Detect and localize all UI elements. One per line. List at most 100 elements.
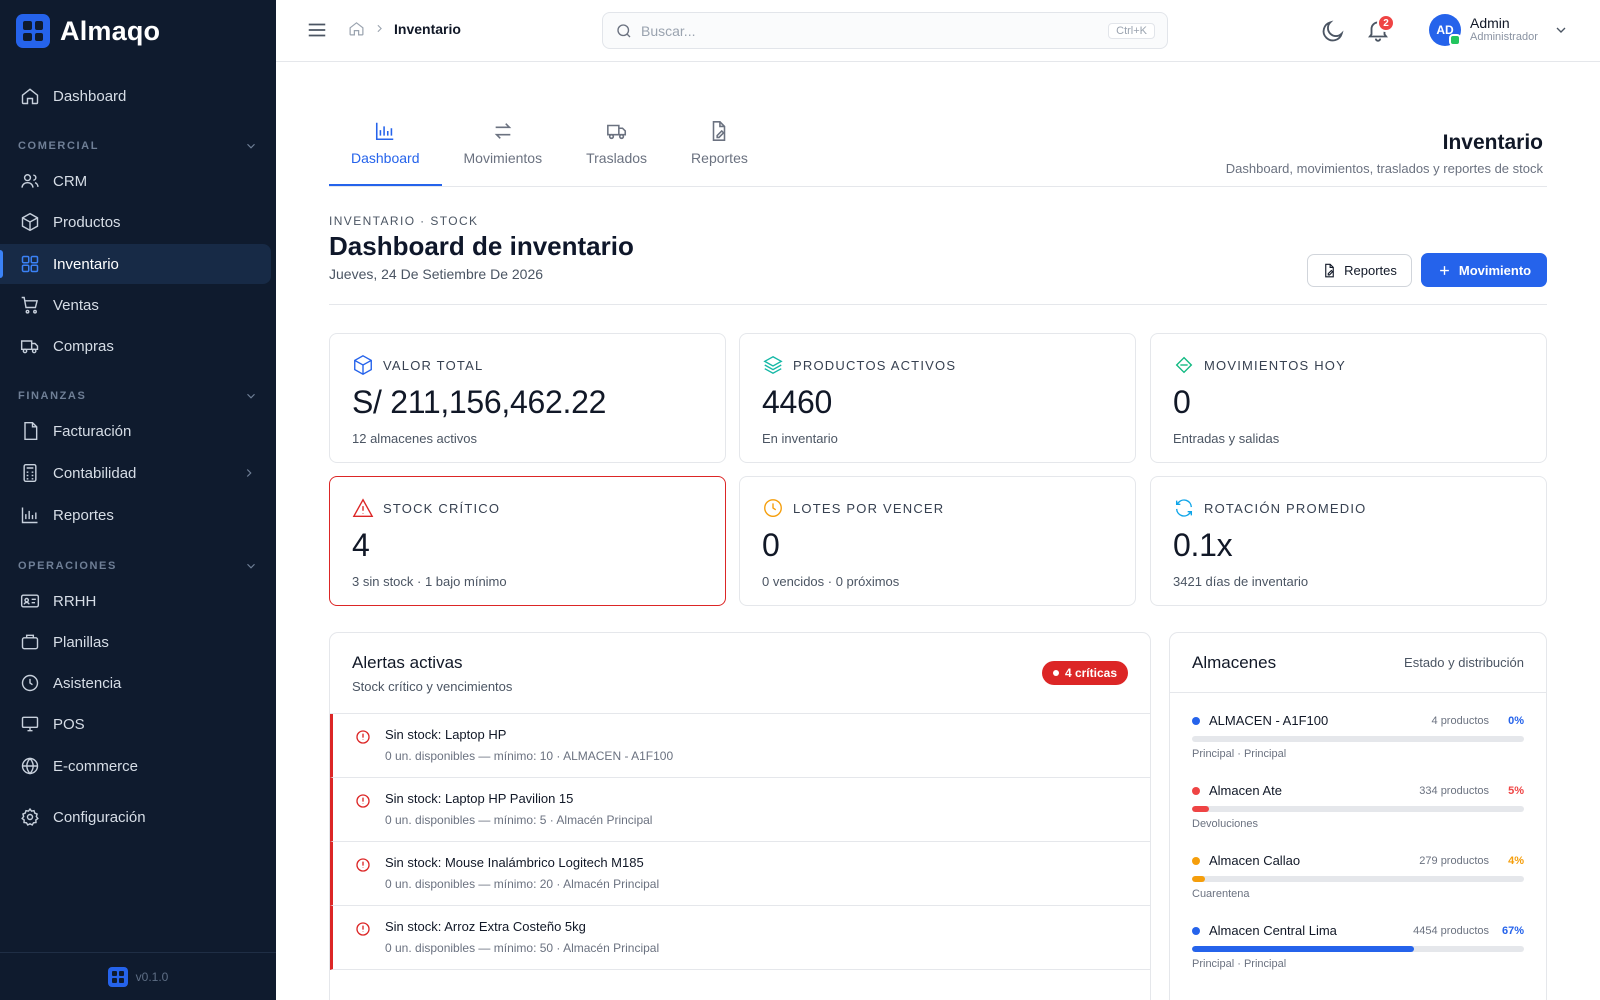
warehouse-percent: 67%	[1501, 924, 1524, 937]
sidebar-item-label: Asistencia	[53, 674, 122, 692]
file-icon	[24, 421, 38, 441]
sidebar-item-label: Planillas	[53, 633, 109, 651]
users-icon	[21, 174, 39, 188]
sidebar-item-compras[interactable]: Compras	[0, 326, 276, 366]
chevron-down-icon	[1556, 27, 1566, 33]
stat-value: 0.1x	[1173, 527, 1233, 563]
tab-movimientos[interactable]: Movimientos	[442, 120, 565, 187]
alert-detail: 0 un. disponibles — mínimo: 10 · ALMACEN…	[385, 749, 674, 763]
globe-icon	[21, 757, 39, 775]
progress-bar	[1192, 946, 1524, 952]
alert-circle-icon	[356, 858, 370, 872]
warehouse-item[interactable]: Almacen Central Lima 4454 productos 67% …	[1192, 903, 1524, 973]
stat-label: MOVIMIENTOS HOY	[1204, 357, 1346, 373]
stat-card-lotes-por-vencer: LOTES POR VENCER 0 0 vencidos · 0 próxim…	[739, 476, 1136, 606]
warehouse-list: ALMACEN - A1F100 4 productos 0% Principa…	[1170, 693, 1546, 973]
stat-sub: En inventario	[762, 431, 838, 446]
card-title: Almacenes	[1192, 652, 1277, 672]
sidebar-item-contabilidad[interactable]: Contabilidad	[0, 453, 276, 493]
hamburger-menu-icon[interactable]	[306, 19, 328, 41]
alert-title: Sin stock: Mouse Inalámbrico Logitech M1…	[385, 855, 644, 870]
stat-label: LOTES POR VENCER	[793, 500, 945, 516]
truck-icon	[606, 124, 626, 140]
status-dot	[1192, 716, 1200, 725]
moon-icon[interactable]	[1320, 18, 1346, 44]
warehouse-name: Almacen Central Lima	[1209, 923, 1337, 938]
tab-label: Dashboard	[351, 150, 420, 166]
sidebar-item-configuracion[interactable]: Configuración	[0, 797, 276, 837]
sidebar-item-dashboard[interactable]: Dashboard	[0, 76, 276, 116]
gear-icon	[21, 807, 39, 826]
brand[interactable]: Almaqo	[16, 14, 160, 48]
progress-bar	[1192, 806, 1524, 812]
sidebar-item-facturacion[interactable]: Facturación	[0, 411, 276, 451]
reports-button[interactable]: Reportes	[1307, 254, 1412, 287]
user-menu[interactable]: AD Admin Administrador	[1429, 14, 1569, 46]
section-finanzas[interactable]: FINANZAS	[18, 386, 258, 406]
tab-reportes[interactable]: Reportes	[669, 120, 770, 187]
stat-value: S/ 211,156,462.22	[352, 384, 607, 420]
warehouse-note: Cuarentena	[1192, 888, 1250, 900]
stat-sub: 0 vencidos · 0 próximos	[762, 574, 900, 589]
tab-dashboard[interactable]: Dashboard	[329, 120, 442, 187]
button-label: Movimiento	[1458, 262, 1532, 278]
status-dot	[1192, 786, 1200, 795]
warehouse-item[interactable]: Almacen Callao 279 productos 4% Cuarente…	[1192, 833, 1524, 903]
card-subtitle: Stock crítico y vencimientos	[352, 679, 513, 694]
alert-item[interactable]: Sin stock: Laptop HP Pavilion 15 0 un. d…	[330, 778, 1150, 842]
sidebar-item-reportes[interactable]: Reportes	[0, 495, 276, 535]
search-input[interactable]	[641, 22, 1101, 39]
warehouse-count: 4 productos	[1431, 714, 1489, 727]
search-icon	[617, 23, 631, 37]
warehouse-item[interactable]: ALMACEN - A1F100 4 productos 0% Principa…	[1192, 693, 1524, 763]
alert-item[interactable]: Sin stock: Laptop HP 0 un. disponibles —…	[330, 714, 1150, 778]
grid-icon	[21, 255, 39, 273]
home-icon[interactable]	[348, 20, 365, 37]
progress-fill	[1192, 946, 1415, 952]
alert-title: Sin stock: Laptop HP	[385, 727, 507, 742]
alert-detail: 0 un. disponibles — mínimo: 5 · Almacén …	[385, 813, 653, 827]
sidebar-item-asistencia[interactable]: Asistencia	[0, 663, 276, 703]
search-box[interactable]: Ctrl+K	[602, 12, 1168, 49]
page-header: Inventario Dashboard, movimientos, trasl…	[1226, 131, 1543, 176]
alert-item[interactable]: Sin stock: Mouse Inalámbrico Logitech M1…	[330, 842, 1150, 906]
tab-label: Traslados	[586, 150, 648, 166]
warehouse-note: Principal · Principal	[1192, 958, 1287, 970]
sidebar-item-label: Compras	[53, 337, 114, 355]
dashboard-eyebrow: INVENTARIO · STOCK	[329, 214, 479, 228]
stat-value: 0	[1173, 384, 1191, 420]
bar-chart-icon	[376, 122, 394, 141]
calculator-icon	[23, 463, 37, 483]
progress-bar	[1192, 876, 1524, 882]
stat-value: 4	[352, 527, 370, 563]
brand-logo-icon	[107, 966, 128, 987]
sidebar-item-pos[interactable]: POS	[0, 704, 276, 744]
user-info: Admin Administrador	[1470, 16, 1538, 44]
sidebar-item-ventas[interactable]: Ventas	[0, 285, 276, 325]
page-title: Inventario	[1442, 131, 1543, 154]
alert-detail: 0 un. disponibles — mínimo: 20 · Almacén…	[385, 877, 660, 891]
progress-bar	[1192, 736, 1524, 742]
sidebar-item-productos[interactable]: Productos	[0, 202, 276, 242]
shortcut-hint: Ctrl+K	[1108, 22, 1155, 39]
chevron-right-icon	[377, 24, 382, 33]
new-movement-button[interactable]: Movimiento	[1421, 253, 1547, 287]
section-comercial[interactable]: COMERCIAL	[18, 136, 258, 156]
stat-label: PRODUCTOS ACTIVOS	[793, 357, 957, 373]
sidebar-item-planillas[interactable]: Planillas	[0, 622, 276, 662]
sidebar-item-crm[interactable]: CRM	[0, 161, 276, 201]
box-icon	[21, 212, 39, 232]
card-subtitle: Estado y distribución	[1404, 655, 1524, 670]
tab-traslados[interactable]: Traslados	[564, 120, 669, 187]
warehouse-note: Principal · Principal	[1192, 748, 1287, 760]
sidebar-item-label: E-commerce	[53, 757, 139, 775]
stat-card-productos-activos: PRODUCTOS ACTIVOS 4460 En inventario	[739, 333, 1136, 463]
alert-item[interactable]: Sin stock: Arroz Extra Costeño 5kg 0 un.…	[330, 906, 1150, 970]
section-title: COMERCIAL	[18, 140, 100, 152]
warehouse-item[interactable]: Almacen Ate 334 productos 5% Devolucione…	[1192, 763, 1524, 833]
header-divider	[329, 304, 1547, 305]
sidebar-item-inventario[interactable]: Inventario	[0, 244, 271, 284]
sidebar-item-rrhh[interactable]: RRHH	[0, 581, 276, 621]
section-operaciones[interactable]: OPERACIONES	[18, 556, 258, 576]
sidebar-item-ecommerce[interactable]: E-commerce	[0, 746, 276, 786]
